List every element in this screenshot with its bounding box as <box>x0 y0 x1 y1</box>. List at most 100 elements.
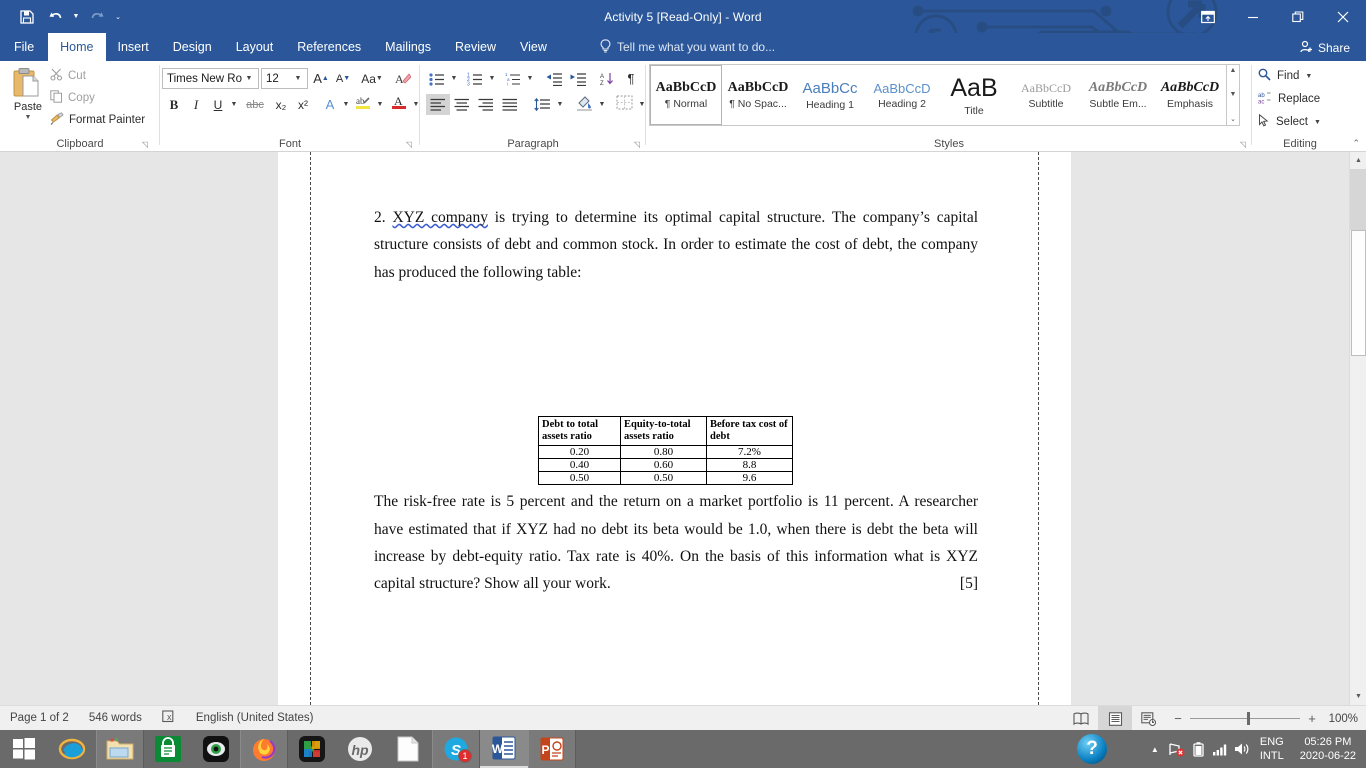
find-caret[interactable]: ▼ <box>1305 73 1312 80</box>
font-size-combobox[interactable]: 12 ▼ <box>261 68 308 89</box>
close-icon[interactable] <box>1320 0 1366 33</box>
shading-caret[interactable]: ▼ <box>596 94 608 115</box>
zoom-slider-thumb[interactable] <box>1247 712 1250 725</box>
vertical-scrollbar[interactable]: ▲ ▼ <box>1349 152 1366 705</box>
restore-icon[interactable] <box>1275 0 1320 33</box>
font-color-icon[interactable]: A <box>388 91 410 112</box>
select-caret[interactable]: ▼ <box>1314 119 1321 126</box>
align-right-icon[interactable] <box>474 94 498 115</box>
shading-icon[interactable] <box>572 92 596 113</box>
battery-icon[interactable] <box>1188 730 1210 768</box>
style-heading-1[interactable]: AaBbCс Heading 1 <box>794 65 866 125</box>
tab-insert[interactable]: Insert <box>106 33 161 61</box>
styles-dialog-launcher[interactable]: ◹ <box>1240 140 1246 149</box>
paste-button[interactable]: Paste ▼ <box>6 65 50 133</box>
numbering-icon[interactable]: 123 <box>464 68 486 89</box>
bullets-icon[interactable] <box>426 68 448 89</box>
style-subtitle[interactable]: AaBbCcD Subtitle <box>1010 65 1082 125</box>
font-dialog-launcher[interactable]: ◹ <box>406 140 412 149</box>
styles-gallery-scrollbar[interactable]: ▲ ▼ ⌄ <box>1227 64 1240 126</box>
tab-design[interactable]: Design <box>161 33 224 61</box>
replace-button[interactable]: ab ac Replace <box>1258 89 1320 109</box>
help-button[interactable]: ? <box>1077 734 1107 764</box>
language-indicator[interactable]: English (United States) <box>186 712 324 724</box>
change-case-icon[interactable]: Aa ▼ <box>358 68 386 89</box>
borders-icon[interactable] <box>612 92 636 113</box>
tab-mailings[interactable]: Mailings <box>373 33 443 61</box>
select-button[interactable]: Select ▼ <box>1258 112 1321 132</box>
grow-font-icon[interactable]: A ▲ <box>310 68 332 89</box>
zoom-in-button[interactable]: + <box>1306 711 1318 726</box>
internet-explorer-taskbar-icon[interactable] <box>48 730 96 768</box>
find-button[interactable]: Find ▼ <box>1258 66 1312 86</box>
powerpoint-taskbar-icon[interactable]: P <box>528 730 576 768</box>
tab-home[interactable]: Home <box>48 33 106 61</box>
document-app-taskbar-icon[interactable] <box>384 730 432 768</box>
highlight-icon[interactable]: ab <box>352 91 374 112</box>
show-hidden-icons-icon[interactable]: ▲ <box>1144 730 1166 768</box>
styles-scroll-down-icon[interactable]: ▼ <box>1230 91 1237 98</box>
clock[interactable]: 05:26 PM 2020-06-22 <box>1294 735 1366 763</box>
word-count[interactable]: 546 words <box>79 712 152 724</box>
scroll-down-icon[interactable]: ▼ <box>1350 688 1366 705</box>
superscript-icon[interactable]: x² <box>292 94 314 115</box>
proofing-errors-icon[interactable]: x <box>152 710 186 726</box>
tab-references[interactable]: References <box>285 33 373 61</box>
hp-app-taskbar-icon[interactable]: hp <box>336 730 384 768</box>
style-no-spacing[interactable]: AaBbCcD ¶ No Spac... <box>722 65 794 125</box>
format-painter-button[interactable]: Format Painter <box>50 110 145 130</box>
zoom-control[interactable]: − + <box>1166 711 1324 726</box>
scrollbar-track[interactable] <box>1350 169 1366 230</box>
microsoft-store-taskbar-icon[interactable] <box>144 730 192 768</box>
tab-review[interactable]: Review <box>443 33 508 61</box>
subscript-icon[interactable]: x₂ <box>270 94 292 115</box>
camera-app-taskbar-icon[interactable] <box>192 730 240 768</box>
increase-indent-icon[interactable] <box>566 68 590 89</box>
numbering-caret[interactable]: ▼ <box>486 68 498 89</box>
file-explorer-taskbar-icon[interactable] <box>96 730 144 768</box>
italic-icon[interactable]: I <box>186 94 206 115</box>
tab-view[interactable]: View <box>508 33 559 61</box>
scrollbar-thumb[interactable] <box>1351 230 1366 356</box>
styles-more-icon[interactable]: ⌄ <box>1230 115 1236 123</box>
font-size-caret[interactable]: ▼ <box>291 75 305 82</box>
style-emphasis[interactable]: AaBbCcD Emphasis <box>1154 65 1226 125</box>
font-name-caret[interactable]: ▼ <box>242 75 256 82</box>
style-heading-2[interactable]: AaBbCcD Heading 2 <box>866 65 938 125</box>
puzzle-app-taskbar-icon[interactable] <box>288 730 336 768</box>
line-spacing-caret[interactable]: ▼ <box>554 94 566 115</box>
multilevel-list-caret[interactable]: ▼ <box>524 68 536 89</box>
show-formatting-marks-icon[interactable]: ¶ <box>620 68 642 89</box>
tell-me-search[interactable]: Tell me what you want to do... <box>600 33 775 61</box>
ribbon-display-options-icon[interactable] <box>1185 0 1230 33</box>
font-name-combobox[interactable]: Times New Ro ▼ <box>162 68 259 89</box>
skype-taskbar-icon[interactable]: S 1 <box>432 730 480 768</box>
underline-caret[interactable]: ▼ <box>228 94 240 115</box>
styles-scroll-up-icon[interactable]: ▲ <box>1230 67 1237 74</box>
word-taskbar-icon[interactable]: W <box>480 730 528 768</box>
volume-icon[interactable] <box>1232 730 1254 768</box>
strikethrough-icon[interactable]: abc <box>242 94 268 115</box>
zoom-level[interactable]: 100% <box>1324 713 1366 725</box>
scroll-up-icon[interactable]: ▲ <box>1350 152 1366 169</box>
read-mode-view-button[interactable] <box>1064 706 1098 731</box>
style-title[interactable]: AaB Title <box>938 65 1010 125</box>
paste-dropdown-caret[interactable]: ▼ <box>25 114 32 121</box>
style-subtle-emphasis[interactable]: AaBbCcD Subtle Em... <box>1082 65 1154 125</box>
share-button[interactable]: Share <box>1292 37 1358 58</box>
tab-file[interactable]: File <box>0 33 48 61</box>
collapse-ribbon-icon[interactable]: ⌃ <box>1352 138 1360 149</box>
multilevel-list-icon[interactable]: 1ai <box>502 68 524 89</box>
underline-icon[interactable]: U <box>208 94 228 115</box>
firefox-taskbar-icon[interactable] <box>240 730 288 768</box>
zoom-slider[interactable] <box>1190 712 1300 725</box>
language-indicator-tray[interactable]: ENG INTL <box>1254 735 1294 763</box>
justify-icon[interactable] <box>498 94 522 115</box>
text-effects-icon[interactable]: A <box>320 94 340 115</box>
signal-icon[interactable] <box>1210 730 1232 768</box>
style-normal[interactable]: AaBbCcD ¶ Normal <box>650 65 722 125</box>
print-layout-view-button[interactable] <box>1098 706 1132 731</box>
web-layout-view-button[interactable] <box>1132 706 1166 731</box>
align-center-icon[interactable] <box>450 94 474 115</box>
paragraph-dialog-launcher[interactable]: ◹ <box>634 140 640 149</box>
